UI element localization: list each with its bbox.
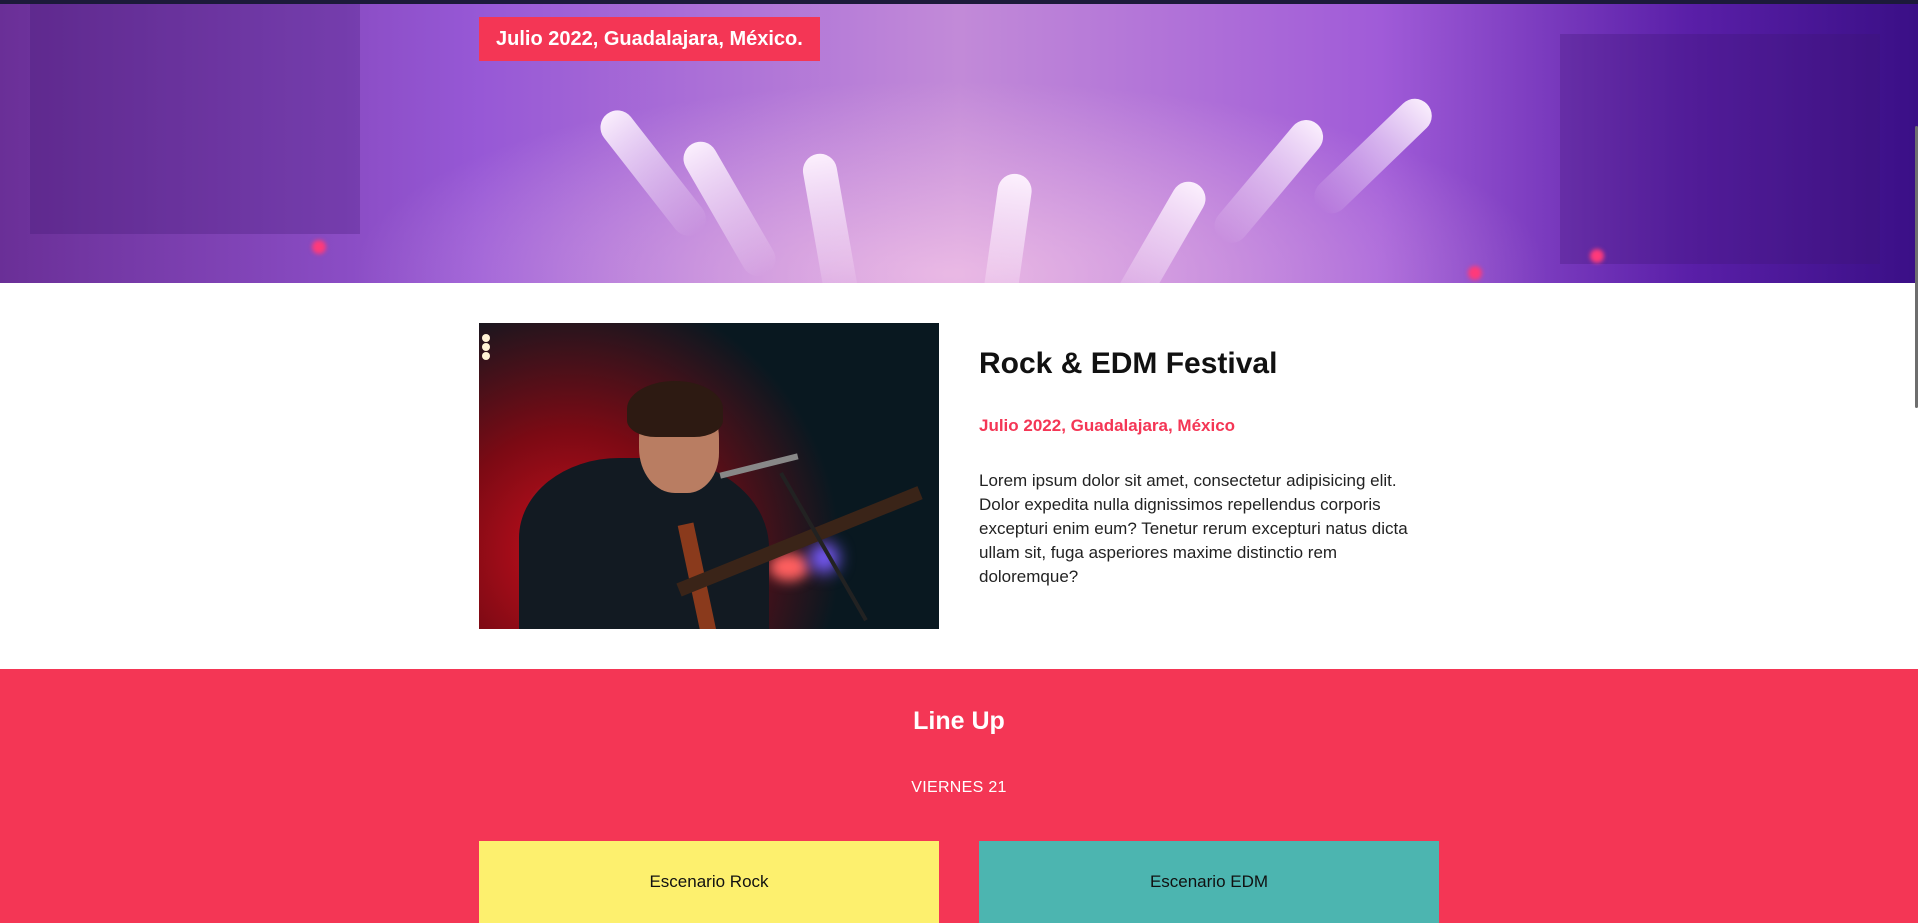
- photo-light-cluster: [479, 333, 493, 363]
- hero-stage-glow: [300, 64, 1600, 283]
- lineup-section: Line Up VIERNES 21 Escenario Rock Escena…: [0, 669, 1918, 923]
- stage-rock-label: Escenario Rock: [649, 872, 769, 891]
- event-title: Rock & EDM Festival: [979, 347, 1278, 380]
- hero-stage-dot: [1590, 249, 1604, 263]
- hero-stage-dot: [312, 240, 326, 254]
- scrollbar[interactable]: [1914, 4, 1918, 923]
- stage-edm-card: Escenario EDM: [979, 841, 1439, 923]
- musician-body: [519, 458, 769, 629]
- hero-date-badge: Julio 2022, Guadalajara, México.: [479, 17, 820, 61]
- hero-stage-panel: [30, 4, 360, 234]
- hero-stage-dot: [1468, 266, 1482, 280]
- musician-hair: [627, 381, 723, 437]
- event-date-location: Julio 2022, Guadalajara, México: [979, 416, 1236, 435]
- microphone: [719, 453, 799, 479]
- hero-stage-panel: [1560, 34, 1880, 264]
- page: Julio 2022, Guadalajara, México. Rock & …: [0, 0, 1918, 923]
- hero-banner: Julio 2022, Guadalajara, México.: [0, 4, 1918, 283]
- stage-rock-card: Escenario Rock: [479, 841, 939, 923]
- lineup-title: Line Up: [913, 707, 1005, 735]
- event-description: Lorem ipsum dolor sit amet, consectetur …: [979, 471, 1408, 586]
- event-intro-section: Rock & EDM Festival Julio 2022, Guadalaj…: [0, 283, 1918, 669]
- concert-photo: [479, 323, 939, 629]
- lineup-day: VIERNES 21: [911, 779, 1007, 796]
- stage-edm-label: Escenario EDM: [1149, 872, 1269, 891]
